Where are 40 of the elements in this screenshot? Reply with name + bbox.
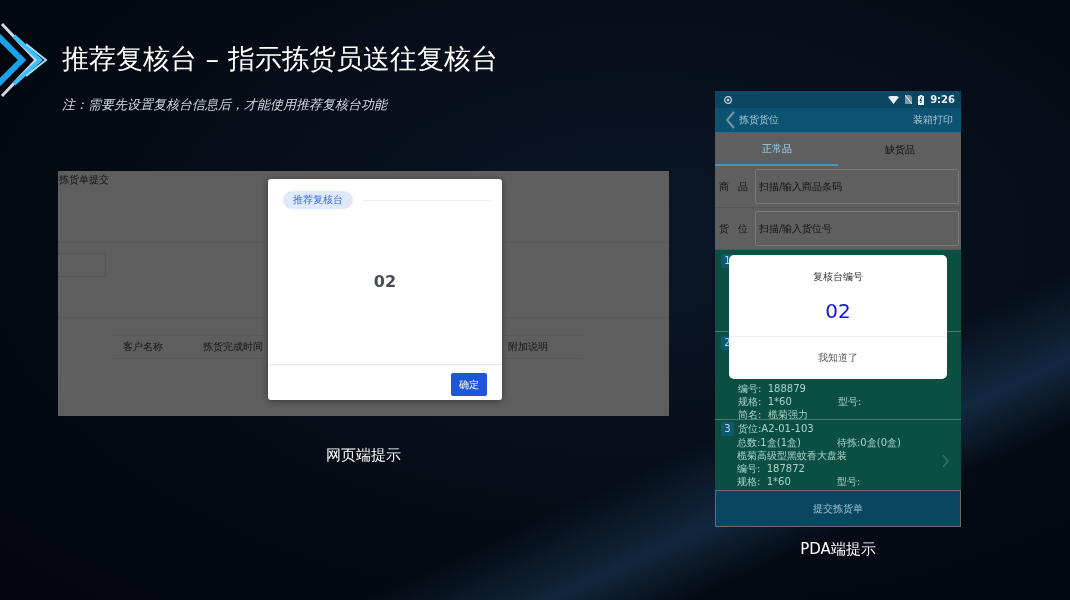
tab[interactable]: 正常品 <box>715 133 838 166</box>
item-text: 榄菊高级型黑蚊香大盘装 <box>737 449 847 462</box>
column-header: 拣货完成时间 <box>203 340 264 354</box>
item-text: 型号: <box>837 475 861 488</box>
item-text: 简名: 榄菊强力 <box>738 408 808 421</box>
item-text: 总数:1盒(1盒) <box>737 436 802 449</box>
number-badge: 3 <box>721 422 734 436</box>
location-text: 货位:A2-01-103 <box>738 422 814 436</box>
dialog-title: 复核台编号 <box>813 270 863 284</box>
note-text: 注：需要先设置复核台信息后，才能使用推荐复核台功能 <box>62 97 389 113</box>
confirm-button[interactable]: 确定 <box>451 373 487 396</box>
item-text: 编号: 188879 <box>738 382 806 395</box>
submit-button[interactable]: 提交拣货单 <box>715 490 961 527</box>
item-text: 规格: 1*60 <box>738 395 793 408</box>
item-text: 型号: <box>838 395 862 408</box>
tab[interactable]: 缺货品 <box>838 133 961 166</box>
column-header: 客户名称 <box>123 340 164 354</box>
back-icon[interactable] <box>725 111 735 129</box>
item-text: 规格: 1*60 <box>737 475 792 488</box>
item-text: 编号: 187872 <box>737 462 805 475</box>
chevron-right-icon[interactable] <box>942 454 949 468</box>
item-text: 待拣:0盒(0盒) <box>837 436 901 449</box>
dialog-value: 02 <box>372 272 398 293</box>
chevron-logo-icon <box>0 22 50 98</box>
screen-title: 拣货货位 <box>739 113 780 127</box>
wifi-icon <box>888 95 900 104</box>
clock-text: 9:26 <box>930 94 955 105</box>
notification-icon <box>724 95 732 104</box>
slide-title: 推荐复核台 – 指示拣货员送往复核台 <box>62 43 498 75</box>
battery-icon <box>918 94 925 105</box>
caption: 网页端提示 <box>325 445 402 465</box>
input-field[interactable]: 扫描/输入货位号 <box>755 211 959 246</box>
no-sim-icon <box>905 95 913 104</box>
column-header: 附加说明 <box>508 340 548 354</box>
dialog-value: 02 <box>825 299 851 323</box>
dialog-tag: 推荐复核台 <box>283 191 353 209</box>
dismiss-button[interactable]: 我知道了 <box>729 336 947 379</box>
print-link[interactable]: 装箱打印 <box>913 113 953 127</box>
caption: PDA端提示 <box>799 539 877 559</box>
field-label: 货 位 <box>719 221 750 236</box>
